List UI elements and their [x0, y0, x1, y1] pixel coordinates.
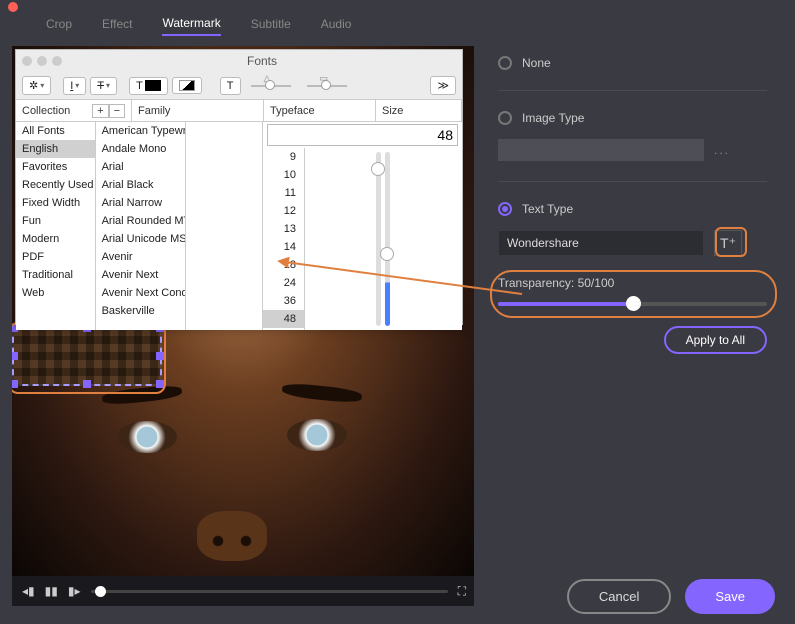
font-options-button[interactable]: T⁺	[714, 230, 742, 256]
player-next[interactable]: ▮▸	[68, 584, 81, 598]
side-panel: None Image Type ... Text Type T⁺	[482, 46, 783, 606]
fonts-slider-b[interactable]: ▭	[307, 85, 347, 87]
watermark-bounding-box[interactable]	[12, 326, 162, 386]
list-item[interactable]: Recently Used	[16, 176, 95, 194]
list-item[interactable]: 13	[263, 220, 304, 238]
player-fullscreen[interactable]: ⛶	[458, 584, 464, 599]
col-typeface-header: Typeface	[264, 100, 376, 121]
list-item[interactable]: Arial Unicode MS	[96, 230, 186, 248]
transparency-label: Transparency: 50/100	[498, 276, 767, 290]
list-item[interactable]: 36	[263, 292, 304, 310]
fonts-more-button[interactable]: ≫	[430, 76, 456, 95]
player-controls: ◂▮ ▮▮ ▮▸ ⛶	[12, 576, 474, 606]
list-item[interactable]: Modern	[16, 230, 95, 248]
radio-text[interactable]	[498, 202, 512, 216]
player-prev[interactable]: ◂▮	[22, 584, 35, 598]
list-item[interactable]: Baskerville	[96, 302, 186, 320]
size-input[interactable]	[267, 124, 458, 146]
list-item[interactable]: 9	[263, 148, 304, 166]
list-item[interactable]: 12	[263, 202, 304, 220]
player-pause[interactable]: ▮▮	[45, 584, 58, 598]
fonts-bgcolor-button[interactable]	[172, 77, 202, 94]
watermark-text-input[interactable]	[498, 230, 704, 256]
size-vslider-a[interactable]	[376, 152, 381, 326]
tab-effect[interactable]: Effect	[102, 17, 132, 35]
collection-add-remove[interactable]: +−	[92, 104, 125, 118]
radio-image[interactable]	[498, 111, 512, 125]
label-none: None	[522, 56, 551, 70]
collection-list[interactable]: All FontsEnglishFavoritesRecently UsedFi…	[16, 122, 96, 330]
size-vslider-b[interactable]	[385, 152, 390, 326]
list-item[interactable]: 18	[263, 256, 304, 274]
fonts-gear-button[interactable]: ✲ ▾	[22, 76, 51, 95]
list-item[interactable]: Arial Black	[96, 176, 186, 194]
cancel-button[interactable]: Cancel	[567, 579, 671, 614]
mac-window-dots[interactable]	[22, 56, 62, 66]
list-item[interactable]: American Typewrite	[96, 122, 186, 140]
typeface-list[interactable]	[186, 122, 263, 330]
fonts-strike-button[interactable]: T ▾	[90, 77, 117, 95]
preview-image: Fonts ✲ ▾ I ▾ T ▾ T T △ ▭ ≫	[12, 46, 474, 576]
list-item[interactable]: 14	[263, 238, 304, 256]
transparency-knob[interactable]	[626, 296, 641, 311]
list-item[interactable]: Fun	[16, 212, 95, 230]
list-item[interactable]: Avenir Next	[96, 266, 186, 284]
list-item[interactable]: Avenir Next Conder	[96, 284, 186, 302]
close-window-dot[interactable]	[8, 2, 18, 12]
tab-audio[interactable]: Audio	[321, 17, 352, 35]
radio-image-row[interactable]: Image Type	[498, 111, 767, 125]
tab-bar: Crop Effect Watermark Subtitle Audio	[0, 14, 795, 38]
list-item[interactable]: Avenir	[96, 248, 186, 266]
label-text: Text Type	[522, 202, 573, 216]
fonts-slider-a[interactable]: △	[251, 85, 291, 87]
radio-text-row[interactable]: Text Type	[498, 202, 767, 216]
list-item[interactable]: 10	[263, 166, 304, 184]
fonts-panel: Fonts ✲ ▾ I ▾ T ▾ T T △ ▭ ≫	[15, 49, 463, 325]
fonts-textcolor-button[interactable]: T	[129, 77, 168, 95]
list-item[interactable]: All Fonts	[16, 122, 95, 140]
save-button[interactable]: Save	[685, 579, 775, 614]
player-progress[interactable]	[91, 590, 448, 593]
apply-to-all-button[interactable]: Apply to All	[664, 326, 767, 354]
radio-none[interactable]	[498, 56, 512, 70]
list-item[interactable]: Traditional	[16, 266, 95, 284]
fonts-title: Fonts	[68, 54, 456, 68]
tab-crop[interactable]: Crop	[46, 17, 72, 35]
list-item[interactable]: English	[16, 140, 95, 158]
list-item[interactable]: 24	[263, 274, 304, 292]
progress-thumb[interactable]	[95, 586, 106, 597]
family-list[interactable]: American TypewriteAndale MonoArialArial …	[96, 122, 187, 330]
fonts-t-button[interactable]: T	[220, 77, 241, 95]
list-item[interactable]: Arial Narrow	[96, 194, 186, 212]
list-item[interactable]: Web	[16, 284, 95, 302]
preview-panel: Fonts ✲ ▾ I ▾ T ▾ T T △ ▭ ≫	[12, 46, 474, 606]
list-item[interactable]: Favorites	[16, 158, 95, 176]
transparency-slider[interactable]	[498, 302, 767, 306]
radio-none-row[interactable]: None	[498, 56, 767, 70]
col-size-header: Size	[376, 100, 462, 121]
browse-image-button[interactable]: ...	[714, 143, 730, 157]
col-collection-header: Collection+−	[16, 100, 132, 121]
tab-watermark[interactable]: Watermark	[162, 16, 220, 36]
list-item[interactable]: 48	[263, 310, 304, 328]
list-item[interactable]: Andale Mono	[96, 140, 186, 158]
list-item[interactable]: Arial Rounded MT B	[96, 212, 186, 230]
list-item[interactable]: 11	[263, 184, 304, 202]
col-family-header: Family	[132, 100, 264, 121]
list-item[interactable]: PDF	[16, 248, 95, 266]
label-image: Image Type	[522, 111, 584, 125]
tab-subtitle[interactable]: Subtitle	[251, 17, 291, 35]
list-item[interactable]: Fixed Width	[16, 194, 95, 212]
size-list[interactable]: 9101112131418243648	[263, 148, 305, 330]
image-well[interactable]	[498, 139, 704, 161]
fonts-underline-button[interactable]: I ▾	[63, 77, 86, 95]
list-item[interactable]: Arial	[96, 158, 186, 176]
